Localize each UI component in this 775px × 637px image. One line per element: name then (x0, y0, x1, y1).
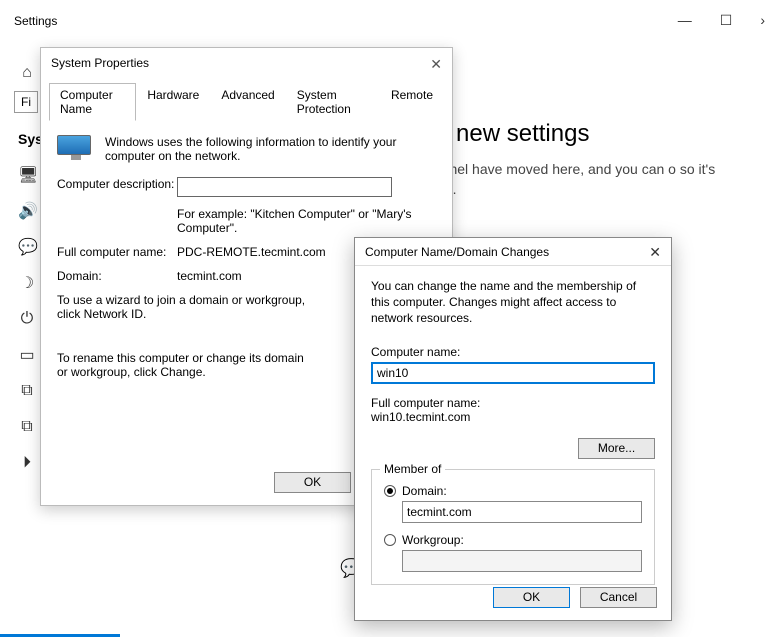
power-icon: ⏻ (18, 310, 36, 328)
notification-icon: 💬 (18, 237, 36, 257)
workgroup-radio-label: Workgroup: (402, 533, 464, 547)
display-icon: 🖥 (18, 165, 36, 185)
ok-button[interactable]: OK (274, 472, 351, 493)
member-of-legend: Member of (380, 462, 445, 476)
workgroup-radio-row[interactable]: Workgroup: (384, 533, 642, 547)
find-setting-input[interactable]: Fi (14, 91, 38, 113)
fullname-label: Full computer name: (371, 396, 655, 410)
window-controls: — ☐ › (678, 12, 765, 29)
sysprop-title: System Properties (51, 56, 149, 70)
computer-icon (57, 135, 95, 163)
domdlg-blurb: You can change the name and the membersh… (371, 278, 655, 327)
moon-icon: ☽ (18, 273, 36, 293)
close-icon[interactable]: ✕ (430, 56, 442, 73)
settings-title: Settings (14, 14, 57, 28)
computer-name-label: Computer name: (371, 345, 655, 359)
cancel-button[interactable]: Cancel (580, 587, 657, 608)
domain-changes-dialog: Computer Name/Domain Changes ✕ You can c… (354, 237, 672, 621)
member-of-group: Member of Domain: Workgroup: (371, 469, 655, 585)
domain-input[interactable] (402, 501, 642, 523)
domain-label: Domain: (57, 269, 177, 283)
tab-remote[interactable]: Remote (380, 83, 444, 121)
sound-icon: 🔊 (18, 201, 36, 221)
battery-icon: ▭ (18, 345, 36, 365)
sysprop-tabs: Computer Name Hardware Advanced System P… (49, 82, 444, 121)
domdlg-titlebar[interactable]: Computer Name/Domain Changes (355, 238, 671, 266)
close-icon[interactable]: ✕ (649, 244, 661, 261)
maximize-button[interactable]: ☐ (720, 12, 733, 29)
computer-description-input[interactable] (177, 177, 392, 197)
projecting-icon: ⏵ (18, 454, 36, 472)
fullname-value: win10.tecmint.com (371, 410, 655, 424)
tab-hardware[interactable]: Hardware (136, 83, 210, 121)
domdlg-title: Computer Name/Domain Changes (365, 245, 549, 259)
sysprop-titlebar[interactable]: System Properties (41, 48, 452, 78)
multitask-icon: ⧉ (18, 418, 36, 436)
fullname-label: Full computer name: (57, 245, 177, 259)
rename-text: To rename this computer or change its do… (57, 351, 317, 379)
more-button[interactable]: More... (578, 438, 655, 459)
wizard-text: To use a wizard to join a domain or work… (57, 293, 317, 321)
home-icon: ⌂ (18, 64, 36, 82)
computer-name-input[interactable] (371, 362, 655, 384)
tablet-icon: ⧉ (18, 382, 36, 400)
workgroup-input (402, 550, 642, 572)
sysprop-intro: Windows uses the following information t… (105, 135, 436, 163)
ok-button[interactable]: OK (493, 587, 570, 608)
workgroup-radio[interactable] (384, 534, 396, 546)
minimize-button[interactable]: — (678, 12, 692, 29)
desc-label: Computer description: (57, 177, 177, 197)
domain-radio-row[interactable]: Domain: (384, 484, 642, 498)
tab-advanced[interactable]: Advanced (210, 83, 285, 121)
domain-radio[interactable] (384, 485, 396, 497)
domdlg-body: You can change the name and the membersh… (355, 266, 671, 597)
tab-computer-name[interactable]: Computer Name (49, 83, 136, 121)
next-button[interactable]: › (760, 12, 765, 29)
tab-system-protection[interactable]: System Protection (286, 83, 380, 121)
domain-radio-label: Domain: (402, 484, 447, 498)
desc-example: For example: "Kitchen Computer" or "Mary… (177, 207, 436, 235)
